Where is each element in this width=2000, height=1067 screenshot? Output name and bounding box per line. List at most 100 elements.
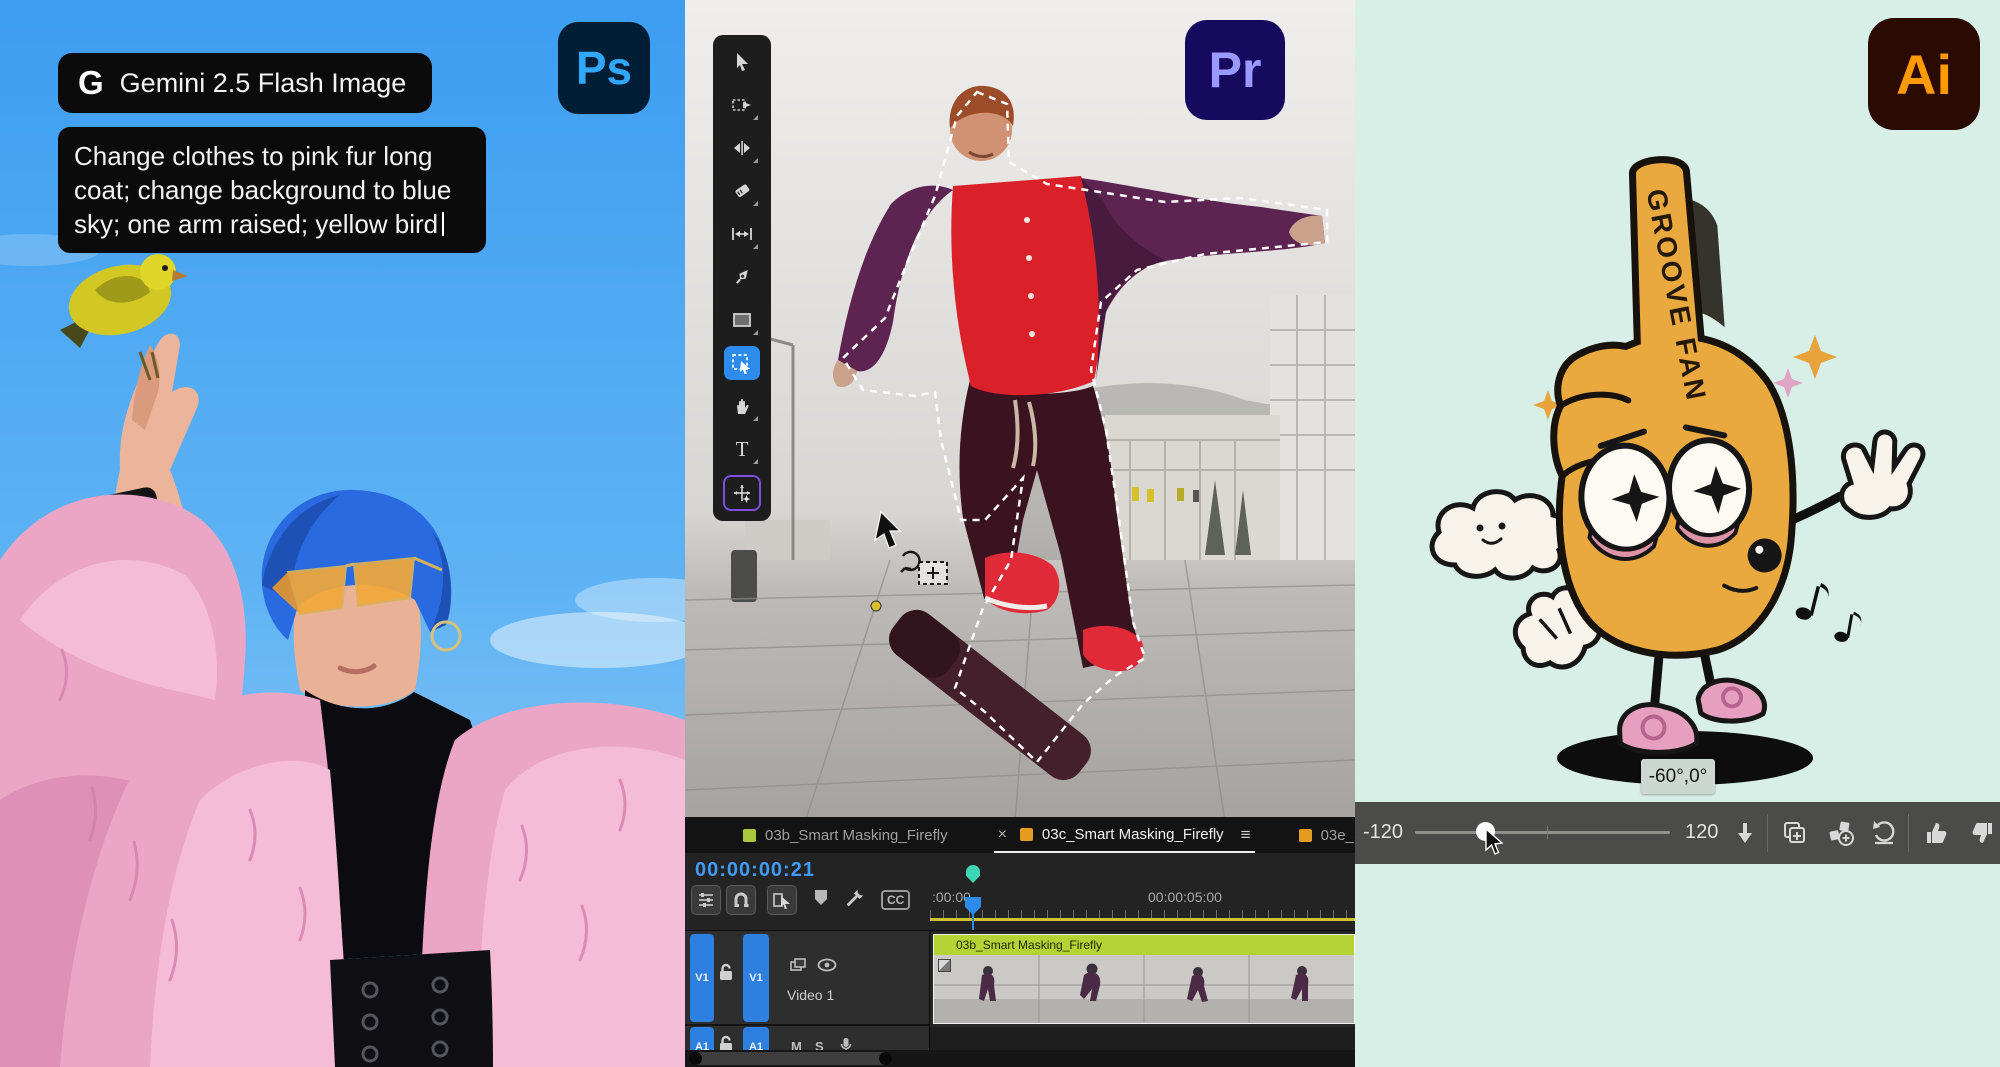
track-select-forward-tool[interactable] — [724, 88, 760, 122]
premiere-tools-panel: T — [713, 35, 771, 521]
timeline-ruler[interactable]: :00:00 00:00:05:00 — [930, 889, 1355, 921]
sequence-tab-bar: 03b_Smart Masking_Firefly × 03c_Smart Ma… — [685, 817, 1355, 853]
type-tool-icon: T — [736, 437, 749, 462]
object-selection-icon — [731, 352, 753, 374]
add-to-group-button[interactable] — [1825, 817, 1857, 849]
photoshop-panel: G Gemini 2.5 Flash Image Change clothes … — [0, 0, 685, 1067]
sequence-chip-icon — [743, 829, 756, 842]
work-area-bar — [930, 918, 1355, 921]
timeline-settings-icon — [697, 891, 715, 909]
thumbs-up-icon — [1923, 820, 1949, 846]
tab-03e[interactable]: 03e_Sma — [1299, 827, 1355, 844]
source-patch-v1[interactable]: V1 — [690, 934, 714, 1022]
scrollbar-thumb[interactable] — [689, 1052, 892, 1065]
fx-badge-icon — [938, 959, 951, 972]
marker-icon — [813, 888, 829, 906]
clip-title-bar: 03b_Smart Masking_Firefly — [934, 935, 1354, 955]
clip-filmstrip — [934, 955, 1354, 1023]
timeline-scrollbar[interactable] — [685, 1050, 1355, 1067]
premiere-panel: T 03b_Smart Masking_Firefly × 03c_Smart … — [685, 0, 1355, 1067]
ai-transform-icon — [731, 482, 753, 504]
dislike-button[interactable] — [1967, 817, 1999, 849]
selection-tool[interactable] — [724, 45, 760, 79]
ruler-label-5s: 00:00:05:00 — [1148, 889, 1222, 905]
object-selection-tool[interactable] — [724, 346, 760, 380]
video-clip[interactable]: 03b_Smart Masking_Firefly — [933, 934, 1355, 1024]
trash-bin — [731, 550, 757, 602]
panel-menu-icon[interactable]: ≡ — [1241, 825, 1251, 845]
clip-marker[interactable] — [966, 865, 980, 883]
track-target-v1[interactable]: V1 — [743, 934, 769, 1022]
tab-03c-active[interactable]: × 03c_Smart Masking_Firefly ≡ — [994, 818, 1255, 853]
type-tool[interactable]: T — [724, 432, 760, 466]
reset-button[interactable] — [1868, 817, 1900, 849]
track-visibility-eye-icon[interactable] — [817, 958, 837, 972]
smiling-cloud — [1432, 492, 1568, 578]
duplicate-button[interactable] — [1779, 817, 1811, 849]
sync-lock-icon[interactable] — [789, 957, 807, 973]
screenshot-stage: G Gemini 2.5 Flash Image Change clothes … — [0, 0, 2000, 1067]
clip-label: 03b_Smart Masking_Firefly — [956, 938, 1102, 952]
rotation-slider-bar: -120 120 — [1355, 802, 2000, 864]
tab-03b[interactable]: 03b_Smart Masking_Firefly — [743, 827, 948, 844]
track-area: V1 V1 Video 1 A1 A1 M S — [685, 930, 1355, 1050]
slider-min-label: -120 — [1363, 821, 1403, 844]
down-arrow-icon — [1734, 821, 1756, 845]
illustrator-logo: Ai — [1868, 18, 1980, 130]
thumbs-down-icon — [1970, 820, 1996, 846]
mouse-cursor — [1483, 828, 1505, 856]
add-to-group-icon — [1827, 819, 1855, 847]
photoshop-logo: Ps — [558, 22, 650, 114]
ripple-edit-icon — [731, 139, 753, 157]
ripple-edit-tool[interactable] — [724, 131, 760, 165]
download-button[interactable] — [1729, 817, 1761, 849]
close-tab-icon[interactable]: × — [998, 826, 1007, 844]
google-g-icon: G — [78, 64, 104, 102]
slider-max-label: 120 — [1685, 821, 1718, 844]
slip-tool[interactable] — [724, 217, 760, 251]
magnet-icon — [732, 891, 750, 909]
timeline-panel: 03b_Smart Masking_Firefly × 03c_Smart Ma… — [685, 817, 1355, 1067]
ai-transform-tool[interactable] — [723, 475, 761, 511]
pen-tool[interactable] — [724, 260, 760, 294]
sequence-chip-icon — [1299, 829, 1312, 842]
track-header-column: V1 V1 Video 1 A1 A1 M S — [685, 931, 930, 1050]
gemini-model-label: Gemini 2.5 Flash Image — [120, 68, 407, 99]
timeline-tools-button[interactable] — [843, 888, 865, 910]
rotation-slider-track[interactable] — [1415, 831, 1670, 834]
slip-icon — [731, 226, 753, 242]
illustrator-panel: GROOVE FAN -60°,0° -120 — [1355, 0, 2000, 1067]
track-name[interactable]: Video 1 — [787, 987, 834, 1003]
hand-tool[interactable] — [724, 389, 760, 423]
linked-selection-button[interactable] — [767, 885, 797, 915]
tab-label: 03b_Smart Masking_Firefly — [765, 827, 948, 844]
tab-label: 03c_Smart Masking_Firefly — [1042, 826, 1224, 843]
undo-rotate-icon — [1870, 819, 1898, 847]
scrollbar-handle-right[interactable] — [879, 1052, 892, 1065]
track-divider — [685, 1024, 929, 1026]
linked-selection-icon — [772, 891, 792, 909]
timeline-settings-button[interactable] — [691, 885, 721, 915]
black-pants-grommets — [330, 950, 493, 1067]
hand-icon — [732, 396, 752, 416]
prompt-input[interactable]: Change clothes to pink fur long coat; ch… — [58, 127, 486, 253]
snap-button[interactable] — [726, 885, 756, 915]
like-button[interactable] — [1920, 817, 1952, 849]
razor-tool[interactable] — [724, 174, 760, 208]
toolbar-divider — [1767, 814, 1768, 852]
pen-icon — [732, 267, 752, 287]
razor-icon — [732, 181, 752, 201]
prompt-text: Change clothes to pink fur long coat; ch… — [74, 141, 451, 239]
wrench-icon — [843, 888, 865, 910]
duplicate-icon — [1782, 820, 1808, 846]
toolbar-divider — [1908, 814, 1909, 852]
scrollbar-handle-left[interactable] — [689, 1052, 702, 1065]
captions-button[interactable]: CC — [881, 890, 910, 910]
add-marker-button[interactable] — [813, 888, 829, 906]
rectangle-tool[interactable] — [724, 303, 760, 337]
gemini-model-pill: G Gemini 2.5 Flash Image — [58, 53, 432, 113]
playhead-timecode[interactable]: 00:00:00:21 — [695, 859, 815, 882]
track-select-forward-icon — [731, 95, 753, 115]
selection-tool-icon — [732, 52, 752, 72]
slider-center-tick — [1547, 826, 1548, 839]
